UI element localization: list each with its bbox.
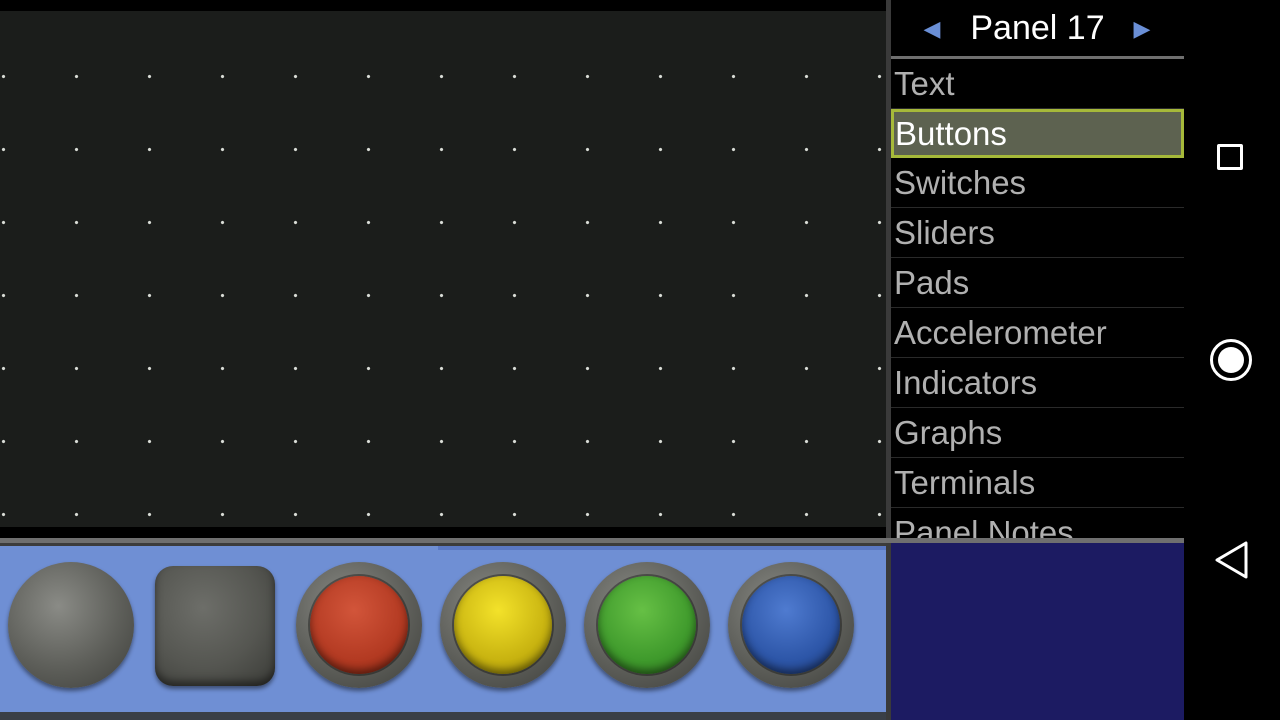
gray-round-button[interactable]: [8, 562, 134, 688]
recents-square-icon[interactable]: [1217, 144, 1243, 170]
widget-preview-area: [891, 543, 1184, 720]
category-item-buttons[interactable]: Buttons: [891, 109, 1184, 158]
system-navigation-bar: [1184, 0, 1280, 720]
category-item-sliders[interactable]: Sliders: [891, 208, 1184, 258]
category-item-indicators[interactable]: Indicators: [891, 358, 1184, 408]
button-cap: [598, 576, 696, 674]
button-cap: [310, 576, 408, 674]
category-item-switches[interactable]: Switches: [891, 158, 1184, 208]
red-button[interactable]: [296, 562, 422, 688]
gray-square-button[interactable]: [155, 566, 275, 686]
category-item-panel-notes[interactable]: Panel Notes: [891, 508, 1184, 538]
canvas-top-border: [0, 0, 886, 11]
tray-scroll-indicator: [438, 546, 886, 550]
panel-header: ◀ Panel 17 ▶: [891, 0, 1184, 56]
yellow-button[interactable]: [440, 562, 566, 688]
button-cap: [742, 576, 840, 674]
category-item-pads[interactable]: Pads: [891, 258, 1184, 308]
widget-category-list[interactable]: Text Buttons Switches Sliders Pads Accel…: [891, 59, 1184, 538]
category-item-terminals[interactable]: Terminals: [891, 458, 1184, 508]
category-item-text[interactable]: Text: [891, 59, 1184, 109]
back-triangle-icon[interactable]: [1214, 540, 1250, 580]
home-circle-icon[interactable]: [1210, 339, 1252, 381]
canvas-bottom-border: [0, 527, 886, 538]
design-canvas[interactable]: [0, 0, 886, 538]
tray-bottom-border: [0, 712, 886, 720]
green-button[interactable]: [584, 562, 710, 688]
blue-button[interactable]: [728, 562, 854, 688]
category-item-graphs[interactable]: Graphs: [891, 408, 1184, 458]
button-cap: [454, 576, 552, 674]
next-panel-icon[interactable]: ▶: [1129, 14, 1155, 44]
category-item-accelerometer[interactable]: Accelerometer: [891, 308, 1184, 358]
